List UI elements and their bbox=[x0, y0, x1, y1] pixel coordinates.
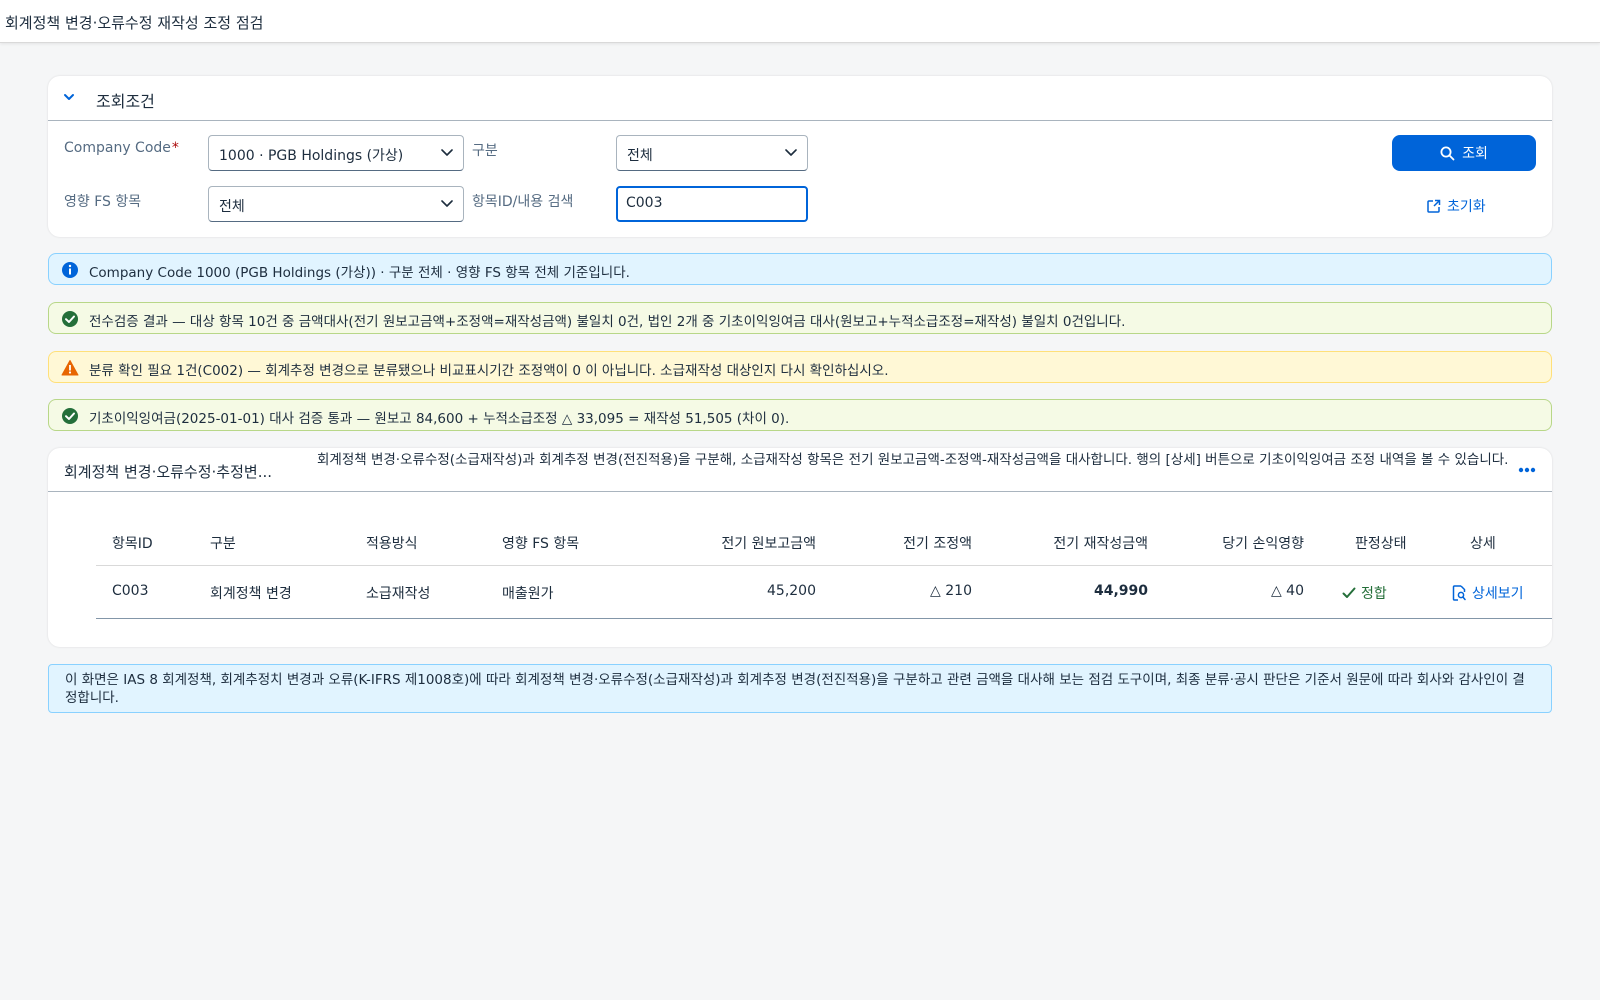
column-header-fs-item: 영향 FS 항목 bbox=[502, 536, 580, 552]
table-description: 회계정책 변경·오류수정(소급재작성)과 회계추정 변경(전진적용)을 구분해,… bbox=[317, 452, 1509, 468]
column-header-status: 판정상태 bbox=[1355, 536, 1407, 552]
disclaimer-note: 이 화면은 IAS 8 회계정책, 회계추정치 변경과 오류(K-IFRS 제1… bbox=[48, 664, 1552, 713]
message-strip-success: 기초이익잉여금(2025-01-01) 대사 검증 통과 — 원보고 84,60… bbox=[48, 399, 1552, 431]
cell-fs-item: 매출원가 bbox=[502, 586, 554, 602]
search-button-label: 조회 bbox=[1462, 146, 1488, 162]
filter-panel: 조회조건 Company Code* 1000 · PGB Holdings (… bbox=[48, 76, 1552, 237]
column-header-pl-impact: 당기 손익영향 bbox=[1222, 536, 1304, 552]
company-code-value: 1000 · PGB Holdings (가상) bbox=[219, 148, 404, 164]
category-value: 전체 bbox=[627, 148, 653, 164]
column-header-restated: 전기 재작성금액 bbox=[1053, 536, 1148, 552]
table-toolbar: 회계정책 변경·오류수정·추정변... 회계정책 변경·오류수정(소급재작성)과… bbox=[48, 448, 1552, 492]
reset-button[interactable]: 초기화 bbox=[1426, 194, 1526, 218]
cell-pl-impact: △ 40 bbox=[1270, 583, 1304, 599]
app-title: 회계정책 변경·오류수정 재작성 조정 점검 bbox=[5, 14, 264, 32]
category-select[interactable]: 전체 bbox=[616, 135, 808, 171]
column-header-method: 적용방식 bbox=[366, 536, 418, 552]
message-strip-warning: 분류 확인 필요 1건(C002) — 회계추정 변경으로 분류됐으나 비교표시… bbox=[48, 351, 1552, 383]
message-strip-info: Company Code 1000 (PGB Holdings (가상)) · … bbox=[48, 253, 1552, 285]
success-icon bbox=[62, 408, 78, 424]
detail-link[interactable]: 상세보기 bbox=[1452, 583, 1524, 603]
table-title: 회계정책 변경·오류수정·추정변... bbox=[64, 463, 273, 481]
message-text: 기초이익잉여금(2025-01-01) 대사 검증 통과 — 원보고 84,60… bbox=[89, 411, 790, 427]
table-header-row: 항목ID 구분 적용방식 영향 FS 항목 전기 원보고금액 전기 조정액 전기… bbox=[96, 522, 1552, 566]
warning-icon bbox=[61, 360, 79, 376]
success-icon bbox=[62, 311, 78, 327]
chevron-down-icon bbox=[785, 149, 797, 156]
column-header-id: 항목ID bbox=[112, 536, 153, 552]
table-panel: 회계정책 변경·오류수정·추정변... 회계정책 변경·오류수정(소급재작성)과… bbox=[48, 448, 1552, 647]
disclaimer-text: 이 화면은 IAS 8 회계정책, 회계추정치 변경과 오류(K-IFRS 제1… bbox=[65, 672, 1525, 706]
filter-header-label: 조회조건 bbox=[96, 92, 155, 111]
cell-original: 45,200 bbox=[767, 583, 816, 599]
fs-item-label: 영향 FS 항목 bbox=[64, 194, 142, 210]
message-text: 전수검증 결과 — 대상 항목 10건 중 금액대사(전기 원보고금액+조정액=… bbox=[89, 314, 1126, 330]
search-button[interactable]: 조회 bbox=[1392, 135, 1536, 171]
search-icon bbox=[1440, 146, 1455, 160]
chevron-down-icon bbox=[441, 200, 453, 207]
reset-icon bbox=[1427, 199, 1441, 213]
column-header-category: 구분 bbox=[210, 536, 236, 552]
filter-header[interactable]: 조회조건 bbox=[48, 76, 1552, 121]
search-label: 항목ID/내용 검색 bbox=[472, 194, 574, 210]
table-row[interactable]: C003 회계정책 변경 소급재작성 매출원가 45,200 △ 210 44,… bbox=[96, 567, 1552, 619]
cell-category: 회계정책 변경 bbox=[210, 586, 292, 602]
cell-id: C003 bbox=[112, 583, 149, 599]
company-code-select[interactable]: 1000 · PGB Holdings (가상) bbox=[208, 135, 464, 171]
fs-item-value: 전체 bbox=[219, 199, 245, 215]
column-header-adjustment: 전기 조정액 bbox=[903, 536, 972, 552]
more-icon[interactable] bbox=[1518, 466, 1536, 474]
message-text: 분류 확인 필요 1건(C002) — 회계추정 변경으로 분류됐으나 비교표시… bbox=[89, 363, 889, 379]
category-label: 구분 bbox=[472, 143, 498, 159]
search-input[interactable] bbox=[626, 195, 786, 211]
company-code-label-text: Company Code bbox=[64, 140, 171, 156]
document-search-icon bbox=[1452, 585, 1466, 601]
search-field[interactable] bbox=[616, 186, 808, 222]
column-header-original: 전기 원보고금액 bbox=[721, 536, 816, 552]
checkmark-icon bbox=[1342, 587, 1356, 598]
chevron-down-icon bbox=[441, 149, 453, 156]
detail-link-label: 상세보기 bbox=[1472, 586, 1524, 602]
info-icon bbox=[62, 262, 78, 278]
cell-restated: 44,990 bbox=[1093, 583, 1148, 599]
column-header-detail: 상세 bbox=[1470, 536, 1496, 552]
cell-status: 정합 bbox=[1342, 583, 1387, 603]
message-text: Company Code 1000 (PGB Holdings (가상)) · … bbox=[89, 265, 630, 281]
cell-adjustment: △ 210 bbox=[930, 583, 972, 599]
cell-method: 소급재작성 bbox=[366, 586, 431, 602]
shell-bar: 회계정책 변경·오류수정 재작성 조정 점검 bbox=[0, 0, 1600, 43]
company-code-label: Company Code* bbox=[64, 140, 179, 156]
reset-button-label: 초기화 bbox=[1447, 199, 1486, 215]
required-marker: * bbox=[171, 140, 179, 156]
status-text: 정합 bbox=[1361, 586, 1387, 602]
chevron-down-icon[interactable] bbox=[62, 90, 76, 104]
fs-item-select[interactable]: 전체 bbox=[208, 186, 464, 222]
message-strip-success: 전수검증 결과 — 대상 항목 10건 중 금액대사(전기 원보고금액+조정액=… bbox=[48, 302, 1552, 334]
